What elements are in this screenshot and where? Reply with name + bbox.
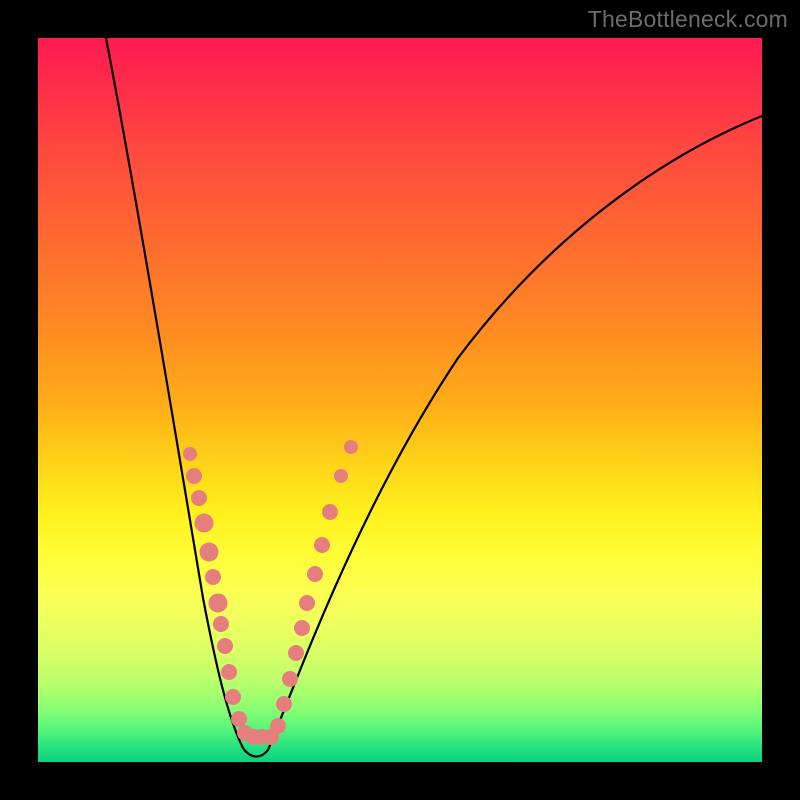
chart-stage: TheBottleneck.com: [0, 0, 800, 800]
data-point-marker: [186, 468, 202, 484]
data-point-marker: [334, 469, 348, 483]
data-point-marker: [294, 620, 310, 636]
data-point-marker: [299, 595, 315, 611]
data-point-marker: [205, 569, 221, 585]
data-point-marker: [217, 638, 233, 654]
data-point-marker: [314, 537, 330, 553]
data-point-marker: [344, 440, 358, 454]
data-point-marker: [208, 593, 227, 612]
data-point-marker: [221, 664, 237, 680]
plot-area: [38, 38, 762, 762]
data-point-marker: [191, 490, 207, 506]
data-point-marker: [199, 543, 218, 562]
data-point-marker: [270, 718, 286, 734]
data-point-marker: [282, 671, 298, 687]
data-point-marker: [183, 447, 197, 461]
data-point-marker: [276, 696, 292, 712]
data-point-marker: [307, 566, 323, 582]
curve-right-branch: [268, 116, 762, 750]
data-point-marker: [213, 616, 229, 632]
v-curve: [38, 38, 762, 762]
curve-trough: [243, 748, 268, 757]
data-point-marker: [288, 645, 304, 661]
data-point-marker: [322, 504, 338, 520]
data-point-marker: [225, 689, 241, 705]
watermark-text: TheBottleneck.com: [588, 6, 788, 33]
data-point-marker: [194, 514, 213, 533]
